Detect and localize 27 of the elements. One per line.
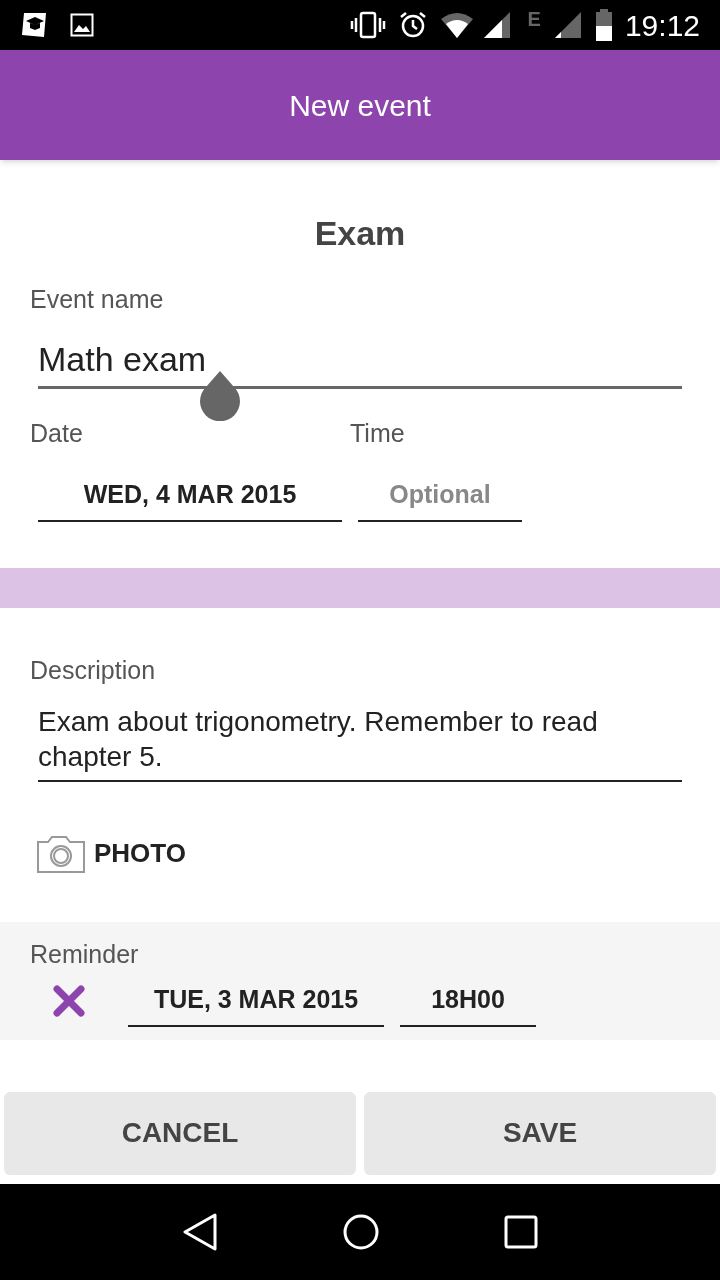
reminder-date-field[interactable]: TUE, 3 MAR 2015 xyxy=(128,975,384,1027)
image-icon xyxy=(70,13,94,37)
battery-icon xyxy=(594,9,613,41)
field-label: Event name xyxy=(30,284,165,315)
field-label: Time xyxy=(350,417,406,449)
description-field[interactable]: Exam about trigonometry. Remember to read chapter 5. xyxy=(38,703,682,782)
clock-time: 19:12 xyxy=(624,7,700,44)
text-cursor-handle[interactable] xyxy=(200,370,240,421)
field-label: Date xyxy=(30,417,84,449)
vibrate-icon xyxy=(349,10,386,40)
time-field[interactable]: Optional xyxy=(358,470,522,522)
home-icon[interactable] xyxy=(342,1213,380,1251)
photo-button[interactable]: PHOTO xyxy=(36,833,186,874)
event-type-heading: Exam xyxy=(313,213,407,254)
recents-icon[interactable] xyxy=(504,1215,538,1249)
reminder-time-field[interactable]: 18H00 xyxy=(400,975,536,1027)
network-type-label: E xyxy=(527,7,541,32)
camera-icon xyxy=(36,833,86,874)
field-label: Description xyxy=(30,655,157,686)
save-button[interactable]: SAVE xyxy=(364,1091,716,1175)
app-bar-title: New event xyxy=(289,87,431,124)
wifi-icon xyxy=(439,11,474,39)
field-label: Reminder xyxy=(30,938,140,970)
back-icon[interactable] xyxy=(182,1213,218,1251)
date-field[interactable]: WED, 4 MAR 2015 xyxy=(38,470,342,522)
cancel-button[interactable]: CANCEL xyxy=(4,1091,356,1175)
remove-reminder-icon[interactable] xyxy=(52,984,86,1018)
